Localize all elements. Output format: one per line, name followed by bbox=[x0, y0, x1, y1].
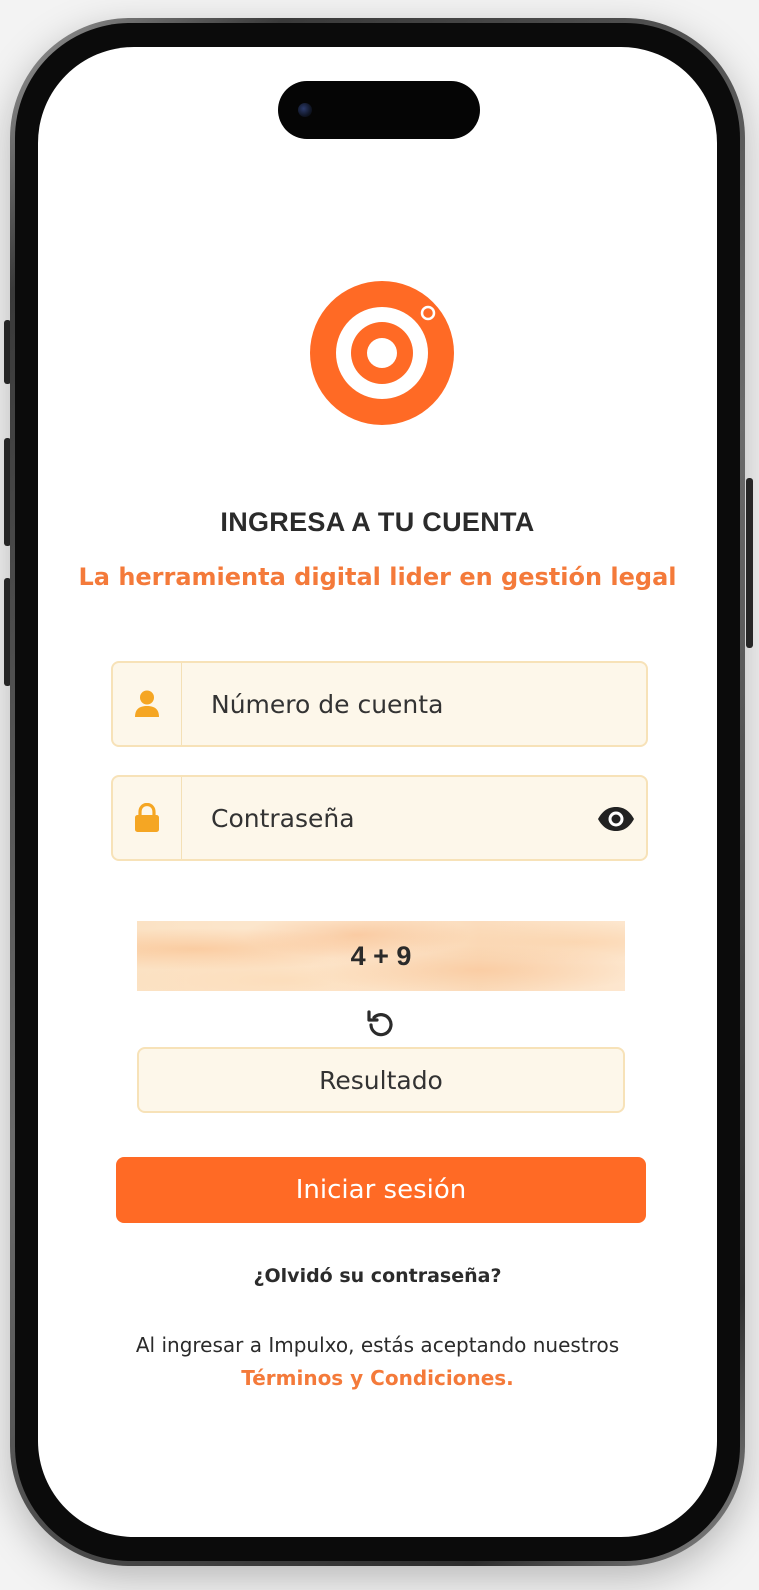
power-button bbox=[746, 478, 753, 648]
captcha-text: 4 + 9 bbox=[350, 940, 412, 971]
account-number-field[interactable]: Número de cuenta bbox=[111, 661, 648, 747]
page-subtitle: La herramienta digital lider en gestión … bbox=[78, 563, 677, 591]
app-screen: INGRESA A TU CUENTA La herramienta digit… bbox=[38, 47, 717, 1537]
password-field[interactable]: Contraseña bbox=[111, 775, 648, 861]
page-title: INGRESA A TU CUENTA bbox=[220, 507, 535, 537]
login-button[interactable]: Iniciar sesión bbox=[116, 1157, 646, 1223]
lock-icon bbox=[135, 803, 159, 832]
show-password-button[interactable] bbox=[596, 801, 636, 837]
dynamic-island bbox=[278, 81, 480, 139]
target-logo bbox=[310, 281, 454, 425]
password-placeholder[interactable]: Contraseña bbox=[211, 777, 355, 859]
password-icon-cell bbox=[113, 777, 182, 859]
refresh-captcha-button[interactable] bbox=[364, 1007, 398, 1041]
captcha-image: 4 + 9 bbox=[137, 921, 625, 991]
page: INGRESA A TU CUENTA La herramienta digit… bbox=[0, 0, 759, 1590]
legal-text: Al ingresar a Impulxo, estás aceptando n… bbox=[135, 1333, 620, 1357]
front-camera bbox=[298, 103, 312, 117]
forgot-password-link[interactable]: ¿Olvidó su contraseña? bbox=[38, 1265, 717, 1287]
account-icon-cell bbox=[113, 663, 182, 745]
account-number-placeholder[interactable]: Número de cuenta bbox=[211, 663, 443, 745]
legal-notice: Al ingresar a Impulxo, estás aceptando n… bbox=[38, 1329, 717, 1395]
eye-icon bbox=[598, 807, 634, 831]
phone-bezel: INGRESA A TU CUENTA La herramienta digit… bbox=[15, 23, 740, 1561]
refresh-icon bbox=[367, 1010, 393, 1037]
phone-frame: INGRESA A TU CUENTA La herramienta digit… bbox=[10, 18, 745, 1566]
terms-link[interactable]: Términos y Condiciones. bbox=[38, 1362, 717, 1395]
user-icon bbox=[135, 690, 159, 717]
captcha-result-input[interactable]: Resultado bbox=[137, 1047, 625, 1113]
